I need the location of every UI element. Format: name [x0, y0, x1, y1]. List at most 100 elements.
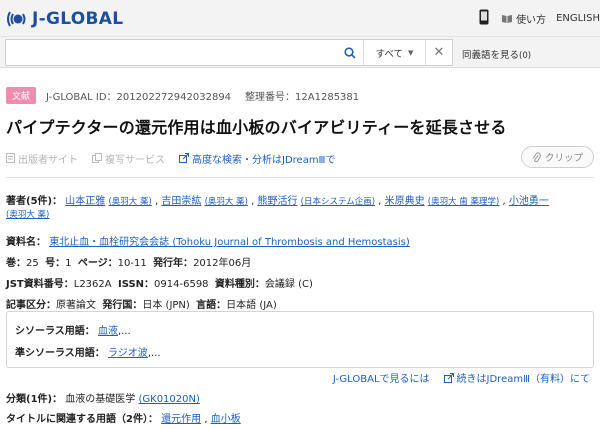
clear-icon[interactable]: ✕	[426, 40, 452, 65]
authors-row: 著者(5件)： 山本正雅 (奥羽大 薬) , 吉田崇紘 (奥羽大 薬) , 熊野…	[6, 196, 549, 207]
issn-label: ISSN：	[117, 279, 155, 290]
external-link-icon	[179, 153, 189, 163]
quasi-thesaurus-ellipsis: ,...	[147, 348, 161, 359]
kind-value: 会議録 (C)	[264, 279, 313, 290]
jdream-link[interactable]: 高度な検索・分析はJDreamⅢで	[179, 151, 335, 166]
thesaurus-box: シソーラス用語： 血液,... 準シソーラス用語： ラジオ波,...	[6, 311, 594, 368]
related-terms-label: タイトルに関連する用語（2件）：	[6, 414, 158, 425]
jst-value: L2362A	[73, 279, 112, 290]
authors-row-continued: (奥羽大 薬)	[6, 208, 49, 220]
paperclip-icon	[532, 151, 541, 162]
thesaurus-term[interactable]: 血液	[98, 326, 118, 337]
scope-label: すべて	[375, 48, 404, 60]
issn-value: 0914-6598	[154, 279, 209, 290]
related-term[interactable]: 血小板	[211, 414, 241, 425]
related-terms-row: タイトルに関連する用語（2件）： 還元作用 , 血小板	[6, 414, 241, 425]
issue-value: 1	[65, 258, 72, 269]
search-scope-select[interactable]: すべて ▼	[364, 40, 426, 65]
action-links: 出版者サイト 複写サービス 高度な検索・分析はJDreamⅢで クリップ	[6, 146, 594, 168]
external-link-icon	[443, 372, 454, 383]
issue-label: 号：	[45, 258, 66, 269]
journal-name: 東北止血・血栓研究会会誌	[49, 237, 170, 248]
quasi-thesaurus-row: 準シソーラス用語： ラジオ波,...	[15, 344, 161, 359]
more-info-line: J-GLOBALで見るには 続きはJDreamⅢ（有料）にて	[333, 370, 590, 385]
category-code-link[interactable]: (GK01020N)	[138, 394, 199, 405]
article-row: 記事区分：原著論文 発行国：日本 (JPN) 言語：日本語 (JA)	[6, 296, 277, 311]
site-header: J-GLOBAL 使い方 ENGLISH	[0, 0, 600, 37]
logo-text: J-GLOBAL	[32, 9, 124, 29]
synonym-count: (0)	[519, 51, 532, 61]
author-affiliation[interactable]: (奥羽大 薬)	[205, 197, 248, 207]
book-icon	[502, 14, 513, 23]
kind-label: 資料種別：	[214, 279, 265, 290]
document-icon	[6, 153, 15, 163]
article-label: 記事区分：	[6, 300, 56, 311]
jglobal-id: J-GLOBAL ID：201202272942032894	[46, 92, 232, 103]
source-label: 資料名：	[6, 237, 46, 248]
search-input[interactable]	[6, 40, 336, 65]
howto-link[interactable]: 使い方	[501, 11, 546, 26]
jst-label: JST資料番号：	[6, 279, 74, 290]
thesaurus-row: シソーラス用語： 血液,...	[15, 322, 131, 337]
language-value: 日本語 (JA)	[226, 300, 277, 311]
publisher-site-link[interactable]: 出版者サイト	[6, 151, 78, 166]
jglobal-view-link[interactable]: J-GLOBALで見るには	[333, 370, 430, 385]
related-term[interactable]: 還元作用	[161, 414, 201, 425]
author-affiliation[interactable]: (奥羽大 歯 薬理学)	[428, 197, 500, 207]
ids-row: JST資料番号：L2362A ISSN：0914-6598 資料種別：会議録 (…	[6, 275, 313, 290]
language-switch[interactable]: ENGLISH	[556, 13, 600, 24]
category-label: 分類(1件)：	[6, 394, 63, 405]
search-icon	[343, 46, 356, 59]
howto-label: 使い方	[516, 15, 547, 26]
year-label: 発行年：	[153, 258, 194, 269]
volume-value: 25	[26, 258, 39, 269]
author-name[interactable]: 吉田崇紘	[161, 196, 201, 207]
copy-service-link[interactable]: 複写サービス	[92, 151, 165, 166]
quasi-thesaurus-label: 準シソーラス用語：	[15, 348, 105, 359]
clip-button[interactable]: クリップ	[520, 146, 594, 168]
author-affiliation[interactable]: (奥羽大 薬)	[6, 210, 49, 220]
section-divider	[6, 177, 594, 178]
author-name[interactable]: 山本正雅	[65, 196, 105, 207]
author-name[interactable]: 米原典史	[385, 196, 425, 207]
journal-link[interactable]: 東北止血・血栓研究会会誌 (Tohoku Journal of Thrombos…	[49, 237, 410, 248]
jdream-continue-link[interactable]: 続きはJDreamⅢ（有料）にて	[457, 370, 590, 385]
author-affiliation[interactable]: (奥羽大 薬)	[108, 197, 151, 207]
language-label: 言語：	[196, 300, 227, 311]
country-value: 日本 (JPN)	[142, 300, 190, 311]
volume-label: 巻：	[6, 258, 26, 269]
author-affiliation[interactable]: (日本システム企画)	[301, 197, 375, 207]
thesaurus-label: シソーラス用語：	[15, 326, 95, 337]
type-badge: 文献	[6, 87, 37, 104]
page-title: パイプテクターの還元作用は血小板のバイアビリティーを延長させる	[6, 118, 507, 137]
page-label: ページ：	[77, 258, 118, 269]
synonym-link[interactable]: 同義語を見る(0)	[462, 47, 531, 61]
smartphone-icon[interactable]	[479, 9, 489, 28]
quasi-thesaurus-term[interactable]: ラジオ波	[108, 348, 148, 359]
thesaurus-ellipsis: ,...	[118, 326, 131, 337]
synonym-label: 同義語を見る	[462, 50, 520, 61]
category-name: 血液の基礎医学	[65, 394, 136, 405]
publisher-site-label: 出版者サイト	[18, 154, 78, 166]
year-value: 2012年06月	[193, 258, 252, 269]
page-value: 10-11	[117, 258, 147, 269]
article-value: 原著論文	[56, 300, 96, 311]
volume-row: 巻：25 号：1 ページ：10-11 発行年：2012年06月	[6, 254, 251, 269]
copy-icon	[92, 153, 102, 163]
search-box: すべて ▼ ✕	[5, 39, 453, 66]
authors-label: 著者(5件)：	[6, 196, 63, 207]
source-row: 資料名： 東北止血・血栓研究会会誌 (Tohoku Journal of Thr…	[6, 233, 410, 248]
author-name[interactable]: 熊野活行	[257, 196, 297, 207]
copy-service-label: 複写サービス	[105, 154, 165, 166]
category-row: 分類(1件)： 血液の基礎医学 (GK01020N)	[6, 390, 200, 405]
caret-down-icon: ▼	[408, 48, 414, 57]
search-button[interactable]	[336, 40, 364, 65]
logo-icon	[7, 11, 26, 27]
reference-number: 整理番号：12A1285381	[245, 92, 360, 103]
record-meta: 文献 J-GLOBAL ID：201202272942032894 整理番号：1…	[6, 87, 359, 104]
author-name[interactable]: 小池勇一	[509, 196, 549, 207]
jglobal-logo[interactable]: J-GLOBAL	[6, 9, 123, 29]
jdream-label: 高度な検索・分析はJDreamⅢで	[192, 154, 336, 166]
search-bar: すべて ▼ ✕ 同義語を見る(0)	[0, 37, 600, 68]
clip-label: クリップ	[544, 153, 583, 164]
